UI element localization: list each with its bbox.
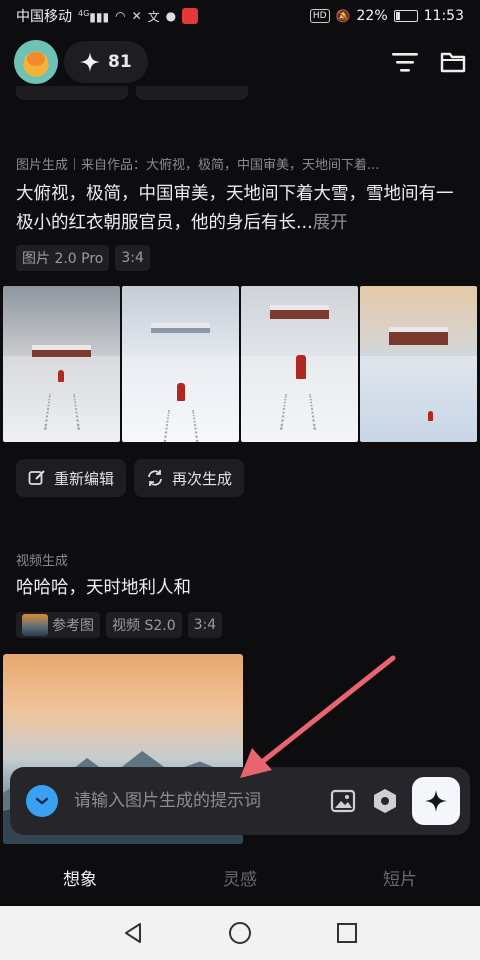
back-icon[interactable] [122,922,144,944]
bottom-tab-bar: 想象 灵感 短片 [0,848,480,906]
previous-card-actions [16,86,248,100]
expand-options-button[interactable] [26,785,58,817]
video-prompt[interactable]: 哈哈哈，天时地利人和 [16,574,466,603]
image-prompt[interactable]: 大俯视，极简，中国审美，天地间下着大雪，雪地间有一极小的红衣朝服官员，他的身后有… [16,180,466,238]
signal-icon: 4G▮▮▮ [78,8,110,24]
message-icon: ● [165,9,177,23]
card-meta: 图片生成 来自作品：大俯视，极简，中国审美，天地间下着... [16,154,379,173]
video-ratio-tag: 3:4 [187,612,223,638]
regenerate-button[interactable]: 再次生成 [134,459,245,497]
app-header: 81 [0,38,480,86]
regenerate-label: 再次生成 [172,469,233,488]
result-image[interactable] [3,286,120,442]
result-image[interactable] [122,286,239,442]
refresh-icon [148,470,162,486]
generate-button[interactable] [412,777,460,825]
image-results [3,286,477,442]
image-upload-icon[interactable] [328,786,358,816]
tab-imagine[interactable]: 想象 [0,848,160,906]
status-bar: 中国移动 4G▮▮▮ ◠ ✕ 文 ● HD 🔕 22% 11:53 [0,0,480,32]
battery-icon [393,10,418,22]
edit-icon [28,470,45,485]
re-edit-button[interactable]: 重新编辑 [16,459,127,497]
notification-icon: ✕ [131,9,142,23]
credits-count: 81 [108,52,132,72]
image-card-actions: 重新编辑 再次生成 [16,459,245,497]
video-model-tag: 视频 S2.0 [106,612,182,638]
model-tag: 图片 2.0 Pro [16,245,110,271]
sparkle-icon [425,790,447,812]
tab-shorts[interactable]: 短片 [320,848,480,906]
carrier-text: 中国移动 [16,9,72,25]
translate-icon: 文 [147,9,160,24]
avatar[interactable] [14,40,58,84]
expand-link[interactable]: 展开 [313,213,348,233]
system-nav-bar [0,906,480,960]
app-badge-icon [182,8,199,24]
result-image[interactable] [241,286,358,442]
card-source: 来自作品：大俯视，极简，中国审美，天地间下着... [81,158,380,173]
result-image[interactable] [360,286,477,442]
clock: 11:53 [423,8,464,24]
battery-percent: 22% [356,8,388,24]
video-tags: 参考图 视频 S2.0 3:4 [16,612,223,638]
card-type-label: 图片生成 [16,158,69,173]
prompt-input[interactable] [74,791,328,811]
hd-icon: HD [309,9,330,23]
tab-inspiration[interactable]: 灵感 [160,848,320,906]
mute-icon: 🔕 [335,9,351,23]
home-icon[interactable] [228,921,252,945]
image-tags: 图片 2.0 Pro 3:4 [16,245,150,271]
prompt-input-bar [10,767,470,835]
re-edit-label: 重新编辑 [54,469,115,488]
credits-button[interactable]: 81 [64,41,148,83]
video-card-type: 视频生成 [16,554,69,569]
chevron-down-icon [35,797,49,805]
recents-icon[interactable] [336,922,358,944]
creation-feed[interactable]: 图片生成 来自作品：大俯视，极简，中国审美，天地间下着... 大俯视，极简，中国审… [0,86,480,846]
folder-icon[interactable] [440,49,466,75]
sparkle-icon [80,52,100,72]
settings-hexagon-icon[interactable] [370,786,400,816]
filter-icon[interactable] [392,49,418,75]
reference-thumbnail [22,614,48,636]
reference-label: 参考图 [52,618,94,634]
wifi-icon: ◠ [115,9,126,23]
ratio-tag: 3:4 [115,245,150,271]
prompt-text: 大俯视，极简，中国审美，天地间下着大雪，雪地间有一极小的红衣朝服官员，他的身后有… [16,184,454,233]
reference-image-tag[interactable]: 参考图 [16,612,100,638]
